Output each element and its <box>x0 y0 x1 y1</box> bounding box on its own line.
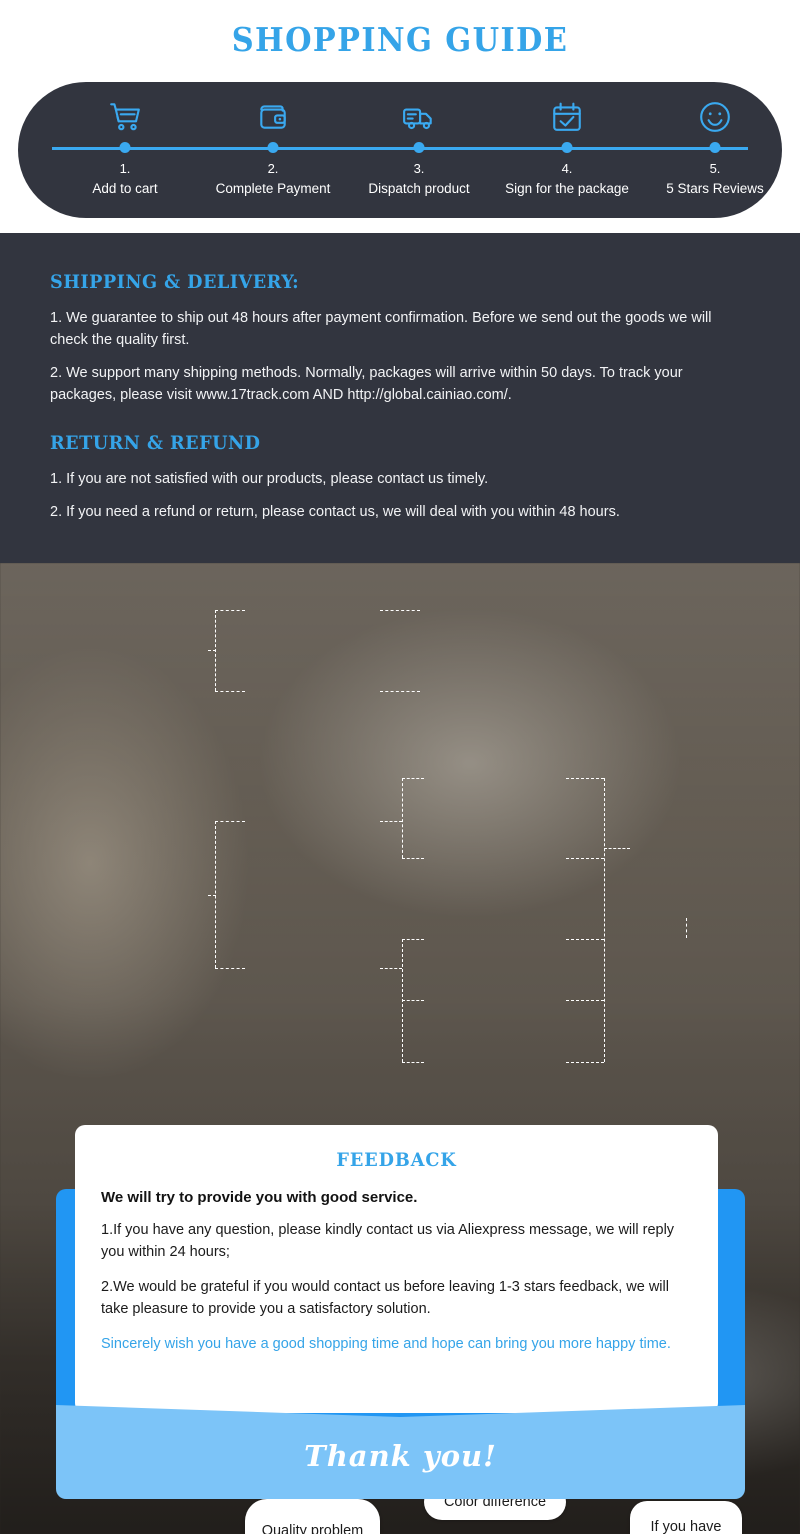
connector-quality-out <box>380 968 402 969</box>
connector-rail-to-resolutions <box>604 848 630 849</box>
feedback-item-1: 1.If you have any question, please kindl… <box>101 1222 675 1261</box>
timeline-dot <box>709 142 721 153</box>
connector-issue-out-color-difference <box>566 939 604 940</box>
return-heading: RETURN & REFUND <box>50 432 261 455</box>
thank-you-banner: Thank you! <box>56 1405 745 1499</box>
timeline-dot <box>413 142 425 153</box>
wallet-icon <box>256 100 290 134</box>
connector-lost-to-refund <box>380 691 420 692</box>
connector-to-quality-problem <box>215 968 245 969</box>
timeline-dot <box>561 142 573 153</box>
feedback-card: FEEDBACK We will try to provide you with… <box>75 1125 718 1413</box>
connector-to-not-fit <box>402 778 424 779</box>
step-number: 1. <box>119 161 131 176</box>
connector-received-stub <box>208 895 216 896</box>
connector-not-quality-split <box>402 778 403 858</box>
timeline-dot <box>119 142 131 153</box>
connector-issue-out-wrong-delivery <box>566 858 604 859</box>
feedback-item-2: 2.We would be grateful if you would cont… <box>101 1278 669 1318</box>
connector-to-wrong-delivery <box>402 858 424 859</box>
thank-you-text: Thank you! <box>304 1439 497 1473</box>
shipping-item-1: 1. We guarantee to ship out 48 hours aft… <box>50 310 712 349</box>
feedback-closing: Sincerely wish you have a good shopping … <box>101 1335 671 1352</box>
connector-to-quality-defect <box>402 1000 424 1001</box>
shipping-heading: SHIPPING & DELIVERY: <box>50 271 300 293</box>
step-label: 5 Stars Reviews <box>666 181 764 196</box>
feedback-lead: We will try to provide you with good ser… <box>101 1189 418 1206</box>
node-quality-problem[interactable]: Quality problem <box>245 1499 380 1534</box>
step-number: 3. <box>413 161 425 176</box>
connector-no-received-stub <box>208 650 216 651</box>
connector-collector-rail <box>604 778 605 1062</box>
node-any-else-requirements[interactable]: If you have any else requirements you co… <box>630 1501 742 1534</box>
connector-on-the-way-to-wait <box>380 610 420 611</box>
return-item-2: 2. If you need a refund or return, pleas… <box>50 504 620 521</box>
connector-to-on-the-way <box>215 610 245 611</box>
step-item-five-star-reviews: 5. 5 Stars Reviews <box>640 82 790 218</box>
step-item-sign-package: 4. Sign for the package <box>492 82 642 218</box>
step-number: 5. <box>709 161 721 176</box>
shopping-guide-page: SHOPPING GUIDE 1. Add to cart 2. Complet… <box>0 0 800 1534</box>
step-item-add-to-cart: 1. Add to cart <box>50 82 200 218</box>
timeline-dot <box>267 142 279 153</box>
step-item-dispatch-product: 3. Dispatch product <box>344 82 494 218</box>
policy-section: SHIPPING & DELIVERY: 1. We guarantee to … <box>0 233 800 563</box>
connector-to-color-difference <box>402 939 424 940</box>
connector-to-not-quality <box>215 821 245 822</box>
node-label: If you have any else requirements you co… <box>650 1519 722 1534</box>
connector-to-damage <box>402 1062 424 1063</box>
feedback-title: FEEDBACK <box>336 1149 457 1171</box>
connector-issue-out-quality-defect <box>566 1000 604 1001</box>
connector-issue-out-not-fit <box>566 778 604 779</box>
connector-resolutions-to-anyelse <box>686 918 687 938</box>
hero-section: SHOPPING GUIDE 1. Add to cart 2. Complet… <box>0 0 800 233</box>
shipping-item-2: 2. We support many shipping methods. Nor… <box>50 365 683 404</box>
connector-to-lost <box>215 691 245 692</box>
delivery-truck-icon <box>402 100 436 134</box>
calendar-check-icon <box>550 100 584 134</box>
connector-issue-out-damage <box>566 1062 604 1063</box>
node-label: Quality problem <box>261 1523 364 1534</box>
shopping-cart-icon <box>108 100 142 134</box>
step-item-complete-payment: 2. Complete Payment <box>198 82 348 218</box>
step-number: 4. <box>561 161 573 176</box>
photo-section: On the way Please wait patiently Lost Re… <box>0 563 800 1534</box>
return-item-1: 1. If you are not satisfied with our pro… <box>50 471 489 488</box>
connector-not-quality-out <box>380 821 402 822</box>
smiley-face-icon <box>698 100 732 134</box>
step-number: 2. <box>267 161 279 176</box>
page-title: SHOPPING GUIDE <box>231 20 569 59</box>
steps-timeline-bar: 1. Add to cart 2. Complete Payment 3. Di… <box>18 82 782 218</box>
